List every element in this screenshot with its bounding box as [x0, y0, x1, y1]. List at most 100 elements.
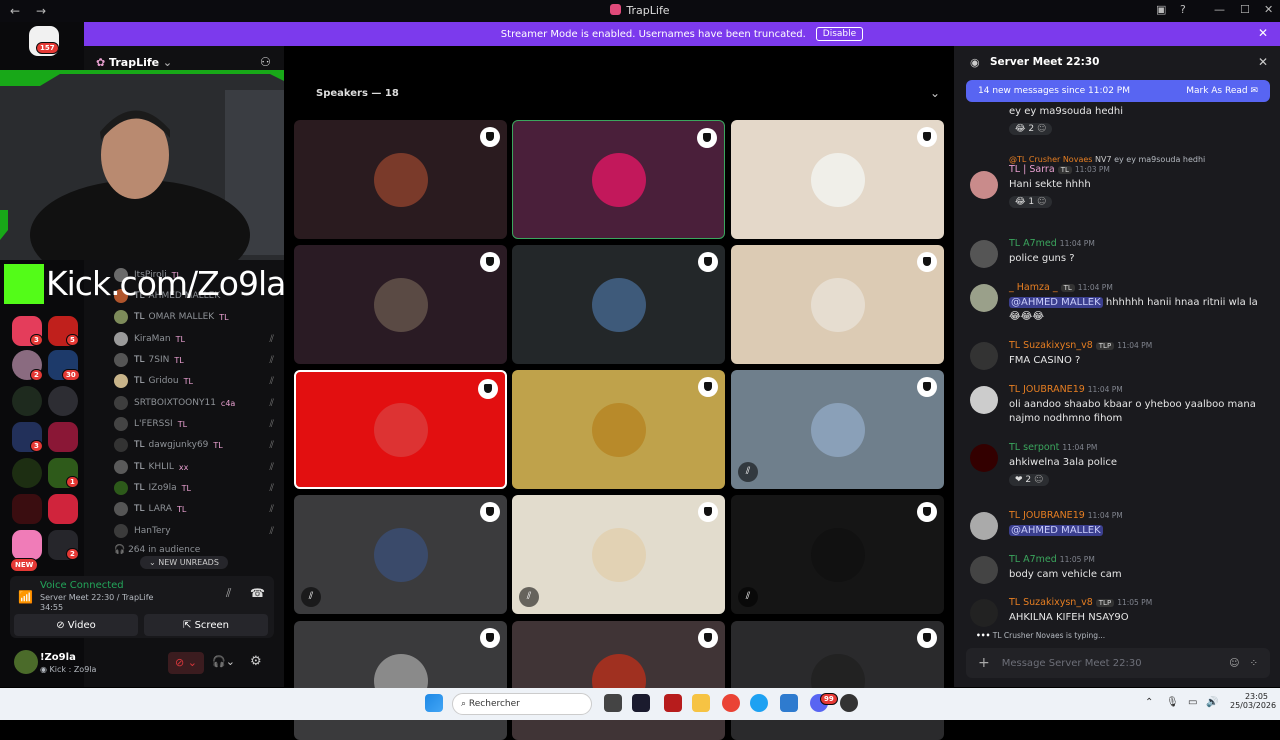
speaker-tile[interactable] — [512, 120, 725, 239]
chrome-icon[interactable] — [722, 694, 740, 712]
member-item[interactable]: SRTBOIXTOONY11 c4a ⫽ — [114, 394, 274, 412]
guild-header[interactable]: ✿ TrapLife ⌄ — [96, 56, 172, 69]
new-messages-bar[interactable]: 14 new messages since 11:02 PM Mark As R… — [966, 80, 1270, 102]
taskbar-search[interactable]: ⌕ Rechercher — [452, 693, 592, 715]
author-name[interactable]: TL A7med — [1009, 238, 1057, 249]
server-icon[interactable] — [12, 386, 42, 416]
author-name[interactable]: TL serpont — [1009, 442, 1059, 453]
clock[interactable]: 23:05 25/03/2026 — [1230, 692, 1276, 710]
server-icon[interactable] — [12, 494, 42, 524]
speaker-tile[interactable]: ⫽ — [294, 495, 507, 614]
author-name[interactable]: TL JOUBRANE19 — [1009, 510, 1085, 521]
microphone-icon[interactable]: 🎙 — [1166, 697, 1179, 708]
minimize-button[interactable]: — — [1214, 3, 1225, 16]
member-item[interactable]: TL IZo9la TL ⫽ — [114, 479, 274, 497]
help-icon[interactable]: ? — [1180, 3, 1186, 16]
member-item[interactable]: TL OMAR MALLEK TL — [114, 308, 274, 326]
reaction-chip[interactable]: ❤ 2 ☺ — [1009, 474, 1050, 486]
invite-people-icon[interactable]: ⚇ — [260, 55, 271, 69]
obs-icon[interactable] — [840, 694, 858, 712]
speaker-tile[interactable] — [294, 245, 507, 364]
emoji-icon[interactable]: ☺ — [1229, 658, 1239, 669]
author-name[interactable]: TL Suzakixysn_v8 — [1009, 340, 1093, 351]
author-avatar[interactable] — [970, 512, 998, 540]
speaker-tile[interactable] — [512, 370, 725, 489]
settings-gear-icon[interactable]: ⚙ — [250, 654, 262, 669]
user-mention[interactable]: @AHMED MALLEK — [1009, 297, 1103, 308]
add-reaction-icon[interactable]: ☺ — [1034, 475, 1043, 485]
author-name[interactable]: TL A7med — [1009, 554, 1057, 565]
signal-icon[interactable]: 📶 — [18, 590, 33, 604]
new-unreads-pill[interactable]: ⌄ NEW UNREADS — [140, 556, 228, 569]
headphones-icon[interactable]: 🎧⌄ — [212, 655, 235, 668]
app-icon[interactable] — [780, 694, 798, 712]
app-icon[interactable] — [632, 694, 650, 712]
author-name[interactable]: TL | Sarra — [1009, 164, 1055, 175]
author-name[interactable]: TL Suzakixysn_v8 — [1009, 597, 1093, 608]
voice-channel-name[interactable]: Server Meet 22:30 / TrapLife — [40, 593, 153, 602]
author-name[interactable]: _ Hamza _ — [1009, 282, 1058, 293]
volume-icon[interactable]: 🔊 — [1206, 697, 1218, 708]
add-reaction-icon[interactable]: ☺ — [1037, 197, 1046, 207]
close-chat-icon[interactable]: ✕ — [1258, 55, 1268, 69]
speaker-tile[interactable]: ⫽ — [512, 495, 725, 614]
disable-streamer-mode-button[interactable]: Disable — [815, 27, 864, 41]
close-banner-icon[interactable]: ✕ — [1258, 26, 1268, 40]
reply-reference[interactable]: @TL Crusher Novaes NV7 ey ey ma9souda he… — [1009, 155, 1270, 164]
mute-mic-button[interactable]: ⊘ ⌄ — [168, 652, 204, 674]
avatar[interactable] — [14, 650, 38, 674]
author-avatar[interactable] — [970, 240, 998, 268]
network-icon[interactable]: ▭ — [1188, 697, 1197, 708]
speaker-tile[interactable] — [294, 621, 507, 740]
author-avatar[interactable] — [970, 171, 998, 199]
mark-as-read-button[interactable]: Mark As Read ✉ — [1186, 86, 1258, 96]
server-icon[interactable] — [48, 422, 78, 452]
member-item[interactable]: TL Gridou TL ⫽ — [114, 372, 274, 390]
author-avatar[interactable] — [970, 386, 998, 414]
app-icon[interactable] — [664, 694, 682, 712]
maximize-button[interactable]: ☐ — [1240, 3, 1250, 16]
author-avatar[interactable] — [970, 342, 998, 370]
collapse-chevron-icon[interactable]: ⌄ — [930, 86, 940, 100]
author-avatar[interactable] — [970, 444, 998, 472]
close-window-button[interactable]: ✕ — [1264, 3, 1273, 16]
author-name[interactable]: TL JOUBRANE19 — [1009, 384, 1085, 395]
task-view-icon[interactable] — [604, 694, 622, 712]
speaker-tile[interactable] — [512, 621, 725, 740]
reaction-chip[interactable]: 😂 1 ☺ — [1009, 196, 1053, 208]
author-avatar[interactable] — [970, 599, 998, 627]
tray-chevron-icon[interactable]: ⌃ — [1145, 697, 1153, 708]
server-icon[interactable] — [12, 458, 42, 488]
speaker-tile[interactable]: ⫽ — [731, 370, 944, 489]
reaction-chip[interactable]: 😂 2 ☺ — [1009, 123, 1053, 135]
member-item[interactable]: HanTery ⫽ — [114, 522, 274, 540]
member-item[interactable]: TL dawgjunky69 TL ⫽ — [114, 436, 274, 454]
speaker-tile[interactable] — [294, 370, 507, 489]
server-icon[interactable] — [48, 494, 78, 524]
speaker-tile[interactable] — [512, 245, 725, 364]
apps-icon[interactable]: ⁘ — [1250, 658, 1258, 669]
add-reaction-icon[interactable]: ☺ — [1037, 124, 1046, 134]
screen-share-button[interactable]: ⇱ Screen — [144, 614, 268, 636]
author-avatar[interactable] — [970, 556, 998, 584]
video-button[interactable]: ⊘ Video — [14, 614, 138, 636]
inbox-icon[interactable]: ▣ — [1156, 3, 1166, 16]
speaker-tile[interactable] — [294, 120, 507, 239]
noise-suppression-icon[interactable]: ⫽ — [226, 586, 231, 601]
server-icon[interactable] — [48, 386, 78, 416]
member-item[interactable]: TL 7SIN TL ⫽ — [114, 351, 274, 369]
add-attachment-icon[interactable]: + — [978, 655, 990, 671]
user-mention[interactable]: @AHMED MALLEK — [1009, 525, 1103, 536]
speaker-tile[interactable] — [731, 245, 944, 364]
message-input[interactable]: Message Server Meet 22:30 — [1002, 658, 1229, 669]
member-item[interactable]: KiraMan TL ⫽ — [114, 330, 274, 348]
file-explorer-icon[interactable] — [692, 694, 710, 712]
author-avatar[interactable] — [970, 284, 998, 312]
speaker-tile[interactable] — [731, 120, 944, 239]
member-item[interactable]: TL KHLIL xx ⫽ — [114, 458, 274, 476]
member-item[interactable]: TL LARA TL ⫽ — [114, 500, 274, 518]
windows-start-icon[interactable] — [425, 694, 443, 712]
speaker-tile[interactable]: ⫽ — [731, 495, 944, 614]
disconnect-icon[interactable]: ☎ — [250, 586, 265, 600]
speaker-tile[interactable] — [731, 621, 944, 740]
